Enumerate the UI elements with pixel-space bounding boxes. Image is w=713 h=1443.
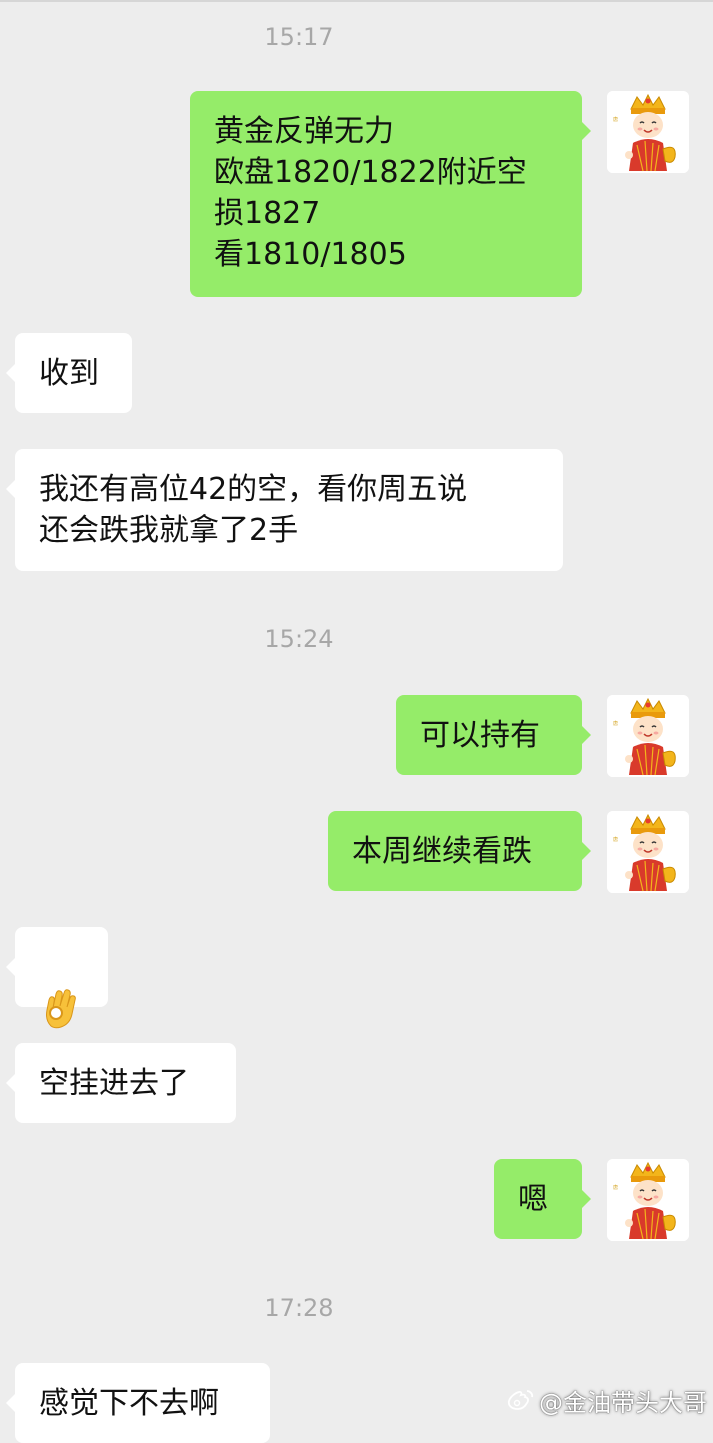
incoming-message-bubble[interactable]: 收到 [6,333,132,413]
incoming-message-bubble[interactable]: 感觉下不去啊 [6,1363,270,1443]
incoming-message-bubble[interactable]: 我还有高位42的空，看你周五说 还会跌我就拿了2手 [6,449,563,571]
svg-text:唐: 唐 [613,116,618,123]
tang-monk-avatar-icon: 唐 [607,1159,689,1241]
weibo-icon [507,1390,534,1410]
incoming-message-bubble[interactable]: 空挂进去了 [6,1043,236,1123]
avatar[interactable]: 唐 [607,695,689,777]
avatar[interactable]: 唐 [607,91,689,173]
outgoing-message-bubble[interactable]: 嗯 [494,1159,591,1239]
svg-text:唐: 唐 [613,836,618,843]
top-divider [0,0,713,2]
timestamp: 15:17 [264,23,334,51]
svg-text:唐: 唐 [613,1184,618,1191]
ok-hand-emoji-icon [46,989,76,1029]
outgoing-message-bubble[interactable]: 本周继续看跌 [328,811,591,891]
avatar[interactable]: 唐 [607,811,689,893]
tang-monk-avatar-icon: 唐 [607,91,689,173]
avatar[interactable]: 唐 [607,1159,689,1241]
timestamp: 17:28 [264,1294,334,1322]
watermark-text: @金油带头大哥 [539,1388,707,1417]
timestamp: 15:24 [264,625,334,653]
tang-monk-avatar-icon: 唐 [607,695,689,777]
outgoing-message-bubble[interactable]: 可以持有 [396,695,591,775]
watermark: @金油带头大哥 [507,1382,707,1418]
outgoing-message-bubble[interactable]: 黄金反弹无力 欧盘1820/1822附近空 损1827 看1810/1805 [190,91,591,297]
incoming-message-bubble[interactable] [6,927,108,1029]
svg-text:唐: 唐 [613,720,618,727]
tang-monk-avatar-icon: 唐 [607,811,689,893]
